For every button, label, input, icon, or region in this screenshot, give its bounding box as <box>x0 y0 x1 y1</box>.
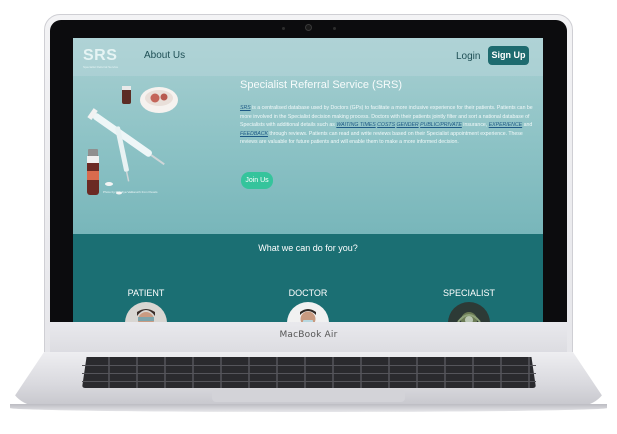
keyword-experience: EXPERIENCE <box>488 122 523 129</box>
signup-button[interactable]: Sign Up <box>488 46 529 65</box>
role-specialist: SPECIALIST <box>442 288 496 298</box>
keyboard-row-gap <box>82 381 536 382</box>
hero-description: SRS is a centralised database used by Do… <box>240 104 537 147</box>
sensor-icon <box>282 27 285 30</box>
hero-title: Specialist Referral Service (SRS) <box>240 79 402 91</box>
website-screen: Photo by Nataliya Vaitkevich from Pexels… <box>73 38 543 322</box>
keyboard-row-gap <box>82 365 536 366</box>
photo-credit: Photo by Nataliya Vaitkevich from Pexels <box>103 190 158 194</box>
srs-term: SRS <box>240 105 251 111</box>
section-title: What we can do for you? <box>258 243 358 253</box>
join-us-button[interactable]: Join Us <box>241 172 273 189</box>
keyword-costs: COSTS <box>377 122 396 129</box>
keyword-public-private: PUBLIC/PRIVATE <box>420 122 462 129</box>
logo[interactable]: SRS <box>83 47 117 65</box>
camera-icon <box>306 25 311 30</box>
role-patient: PATIENT <box>127 288 165 298</box>
model-label: MacBook Air <box>279 330 338 340</box>
logo-subtitle: Specialist Referral Service <box>83 65 119 69</box>
hero-text: insurance, <box>461 122 489 129</box>
navbar: SRS Specialist Referral Service About Us… <box>73 38 543 76</box>
laptop-foot <box>10 404 607 412</box>
keyboard-row-gap <box>82 373 536 374</box>
medical-photo <box>87 86 178 195</box>
sensor-icon <box>333 27 336 30</box>
role-doctor: DOCTOR <box>288 288 328 298</box>
about-us-link[interactable]: About Us <box>144 50 185 61</box>
login-link[interactable]: Login <box>456 51 480 62</box>
hero-text: and <box>522 122 533 129</box>
keyword-gender: GENDER <box>396 122 419 129</box>
hero-text: through reviews. Patients can read and w… <box>240 130 523 146</box>
keyword-waiting-times: WAITING TIMES <box>336 122 376 129</box>
trackpad <box>212 390 405 402</box>
keyword-feedback: FEEDBACK <box>240 130 268 137</box>
